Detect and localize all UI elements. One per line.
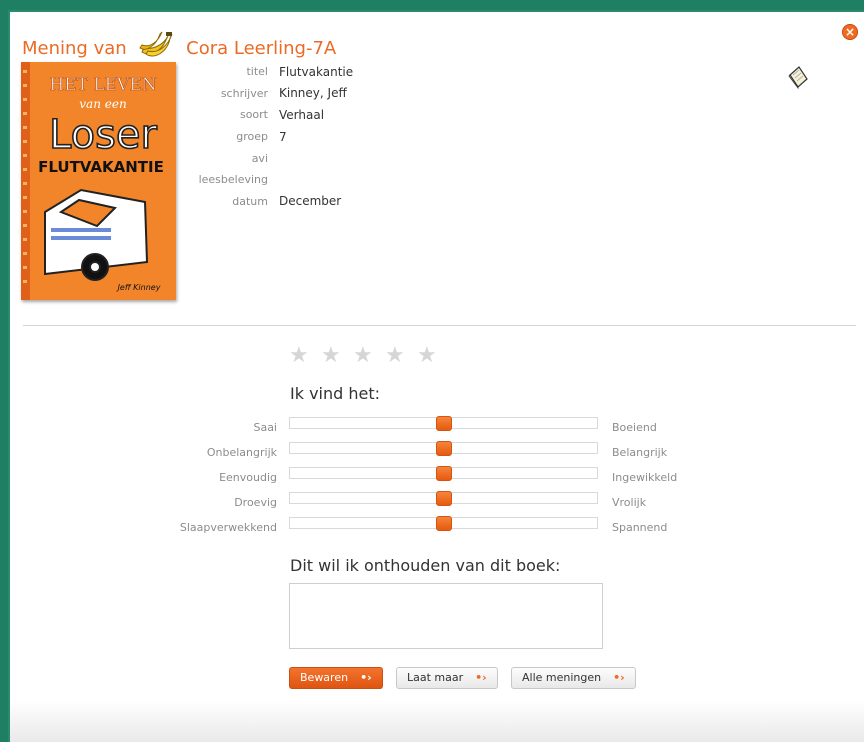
opinion-heading: Ik vind het: xyxy=(290,384,381,403)
all-opinions-button[interactable]: Alle meningen •› xyxy=(511,667,636,689)
slider-handle[interactable] xyxy=(435,441,452,456)
slider-right-label: Vrolijk xyxy=(612,496,647,509)
star-icon[interactable]: ★ xyxy=(385,343,409,368)
slider-left-label: Saai xyxy=(253,421,277,434)
detail-value: Kinney, Jeff xyxy=(279,86,347,101)
slider-left-label: Eenvoudig xyxy=(219,471,277,484)
slider-track[interactable] xyxy=(289,466,598,481)
opinion-dialog: × Mening van Cora Leerling-7A HET LEVEN … xyxy=(8,10,864,742)
close-button[interactable]: × xyxy=(842,24,858,40)
cancel-button[interactable]: Laat maar •› xyxy=(396,667,498,689)
detail-group: groep 7 xyxy=(170,126,353,148)
cover-line3: Loser xyxy=(49,112,158,158)
section-divider xyxy=(23,325,856,326)
slider-handle[interactable] xyxy=(435,466,452,481)
detail-avi: avi xyxy=(170,147,353,169)
slider-left-label: Onbelangrijk xyxy=(206,446,277,459)
detail-value: December xyxy=(279,194,342,209)
book-details: titel Flutvakantie schrijver Kinney, Jef… xyxy=(170,61,354,213)
slider-row: Slaapverwekkend Spannend xyxy=(10,516,864,540)
detail-label: datum xyxy=(232,194,268,208)
student-name: Cora Leerling-7A xyxy=(186,38,337,59)
slider-track[interactable] xyxy=(289,491,598,506)
slider-right-label: Ingewikkeld xyxy=(612,471,678,484)
star-icon[interactable]: ★ xyxy=(289,343,313,368)
slider-right-label: Belangrijk xyxy=(612,446,668,459)
book-icon[interactable] xyxy=(787,65,809,93)
arrow-right-icon: •› xyxy=(475,671,487,684)
detail-label: leesbeleving xyxy=(198,173,268,187)
slider-handle[interactable] xyxy=(435,416,452,431)
cover-line4: FLUTVAKANTIE xyxy=(38,158,164,176)
cancel-label: Laat maar xyxy=(407,671,464,684)
slider-row: Eenvoudig Ingewikkeld xyxy=(10,466,864,490)
detail-value: Verhaal xyxy=(279,107,325,122)
slider-left-label: Droevig xyxy=(234,496,277,509)
dialog-footer xyxy=(10,700,864,742)
detail-date: datum December xyxy=(170,191,353,213)
slider-right-label: Boeiend xyxy=(612,421,657,434)
star-rating[interactable]: ★ ★ ★ ★ ★ xyxy=(289,343,441,368)
slider-right-label: Spannend xyxy=(612,521,668,534)
banana-icon xyxy=(138,30,174,65)
detail-value: Flutvakantie xyxy=(279,64,354,79)
slider-track[interactable] xyxy=(289,516,598,531)
detail-label: soort xyxy=(239,108,268,122)
memo-heading: Dit wil ik onthouden van dit boek: xyxy=(290,556,561,575)
slider-row: Saai Boeiend xyxy=(10,416,864,440)
save-label: Bewaren xyxy=(300,671,349,684)
detail-label: schrijver xyxy=(220,86,268,100)
star-icon[interactable]: ★ xyxy=(353,343,377,368)
arrow-right-icon: •› xyxy=(613,671,625,684)
slider-left-label: Slaapverwekkend xyxy=(179,521,277,534)
star-icon[interactable]: ★ xyxy=(417,343,441,368)
detail-type: soort Verhaal xyxy=(170,104,353,126)
slider-row: Droevig Vrolijk xyxy=(10,491,864,515)
detail-label: titel xyxy=(246,65,268,79)
detail-label: groep xyxy=(236,130,268,144)
memo-textarea[interactable] xyxy=(289,583,603,649)
detail-value: 7 xyxy=(279,129,287,144)
arrow-right-icon: •› xyxy=(360,671,372,684)
slider-handle[interactable] xyxy=(435,516,452,531)
slider-row: Onbelangrijk Belangrijk xyxy=(10,441,864,465)
slider-handle[interactable] xyxy=(435,491,452,506)
slider-track[interactable] xyxy=(289,416,598,431)
detail-reading: leesbeleving xyxy=(170,169,353,191)
slider-track[interactable] xyxy=(289,441,598,456)
dialog-title: Mening van Cora Leerling-7A xyxy=(22,30,336,65)
save-button[interactable]: Bewaren •› xyxy=(289,667,383,689)
detail-author: schrijver Kinney, Jeff xyxy=(170,83,353,105)
detail-title: titel Flutvakantie xyxy=(170,61,353,83)
cover-line2: van een xyxy=(79,97,126,111)
all-opinions-label: Alle meningen xyxy=(522,671,602,684)
cover-line1: HET LEVEN xyxy=(49,75,156,95)
detail-label: avi xyxy=(251,151,268,165)
cover-author: Jeff Kinney xyxy=(116,283,161,292)
star-icon[interactable]: ★ xyxy=(321,343,345,368)
title-prefix: Mening van xyxy=(22,38,127,59)
book-cover: HET LEVEN van een Loser FLUTVAKANTIE Jef… xyxy=(21,62,176,300)
